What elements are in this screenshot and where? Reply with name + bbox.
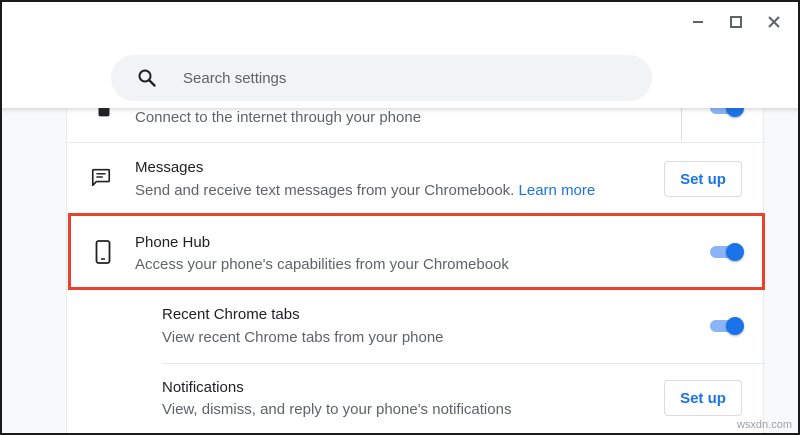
recent-tabs-row: Recent Chrome tabs View recent Chrome ta… — [67, 290, 765, 363]
phone-icon — [95, 240, 111, 264]
phone-hub-subtitle: Access your phone's capabilities from yo… — [135, 256, 509, 273]
maximize-icon — [730, 16, 742, 28]
minimize-icon — [693, 21, 703, 23]
notifications-title: Notifications — [162, 379, 244, 396]
message-icon — [91, 168, 111, 187]
search-icon — [138, 69, 156, 87]
hotspot-subtitle: Connect to the internet through your pho… — [135, 109, 422, 126]
notifications-subtitle: View, dismiss, and reply to your phone's… — [162, 401, 512, 418]
maximize-button[interactable] — [724, 10, 748, 34]
settings-header — [0, 0, 800, 108]
messages-setup-button[interactable]: Set up — [664, 161, 742, 197]
close-icon — [768, 16, 780, 28]
notifications-setup-button[interactable]: Set up — [664, 380, 742, 416]
recent-tabs-title: Recent Chrome tabs — [162, 306, 300, 323]
phone-hub-row: Phone Hub Access your phone's capabiliti… — [67, 216, 765, 289]
messages-row: Messages Send and receive text messages … — [67, 143, 765, 215]
messages-title: Messages — [135, 159, 204, 176]
settings-content: Connect to the internet through your pho… — [0, 96, 800, 435]
messages-subtitle-text: Send and receive text messages from your… — [135, 182, 515, 199]
notifications-row: Notifications View, dismiss, and reply t… — [67, 364, 765, 435]
settings-card: Connect to the internet through your pho… — [66, 96, 765, 435]
watermark: wsxdn.com — [736, 419, 792, 431]
learn-more-link[interactable]: Learn more — [519, 182, 596, 199]
search-input[interactable] — [183, 55, 623, 101]
recent-tabs-toggle[interactable] — [708, 316, 744, 336]
messages-subtitle: Send and receive text messages from your… — [135, 182, 595, 199]
close-button[interactable] — [762, 10, 786, 34]
search-bar[interactable] — [111, 55, 652, 101]
window-controls — [686, 10, 786, 34]
minimize-button[interactable] — [686, 10, 710, 34]
phone-hub-title: Phone Hub — [135, 234, 211, 251]
recent-tabs-subtitle: View recent Chrome tabs from your phone — [162, 329, 444, 346]
phone-hub-toggle[interactable] — [708, 242, 744, 262]
